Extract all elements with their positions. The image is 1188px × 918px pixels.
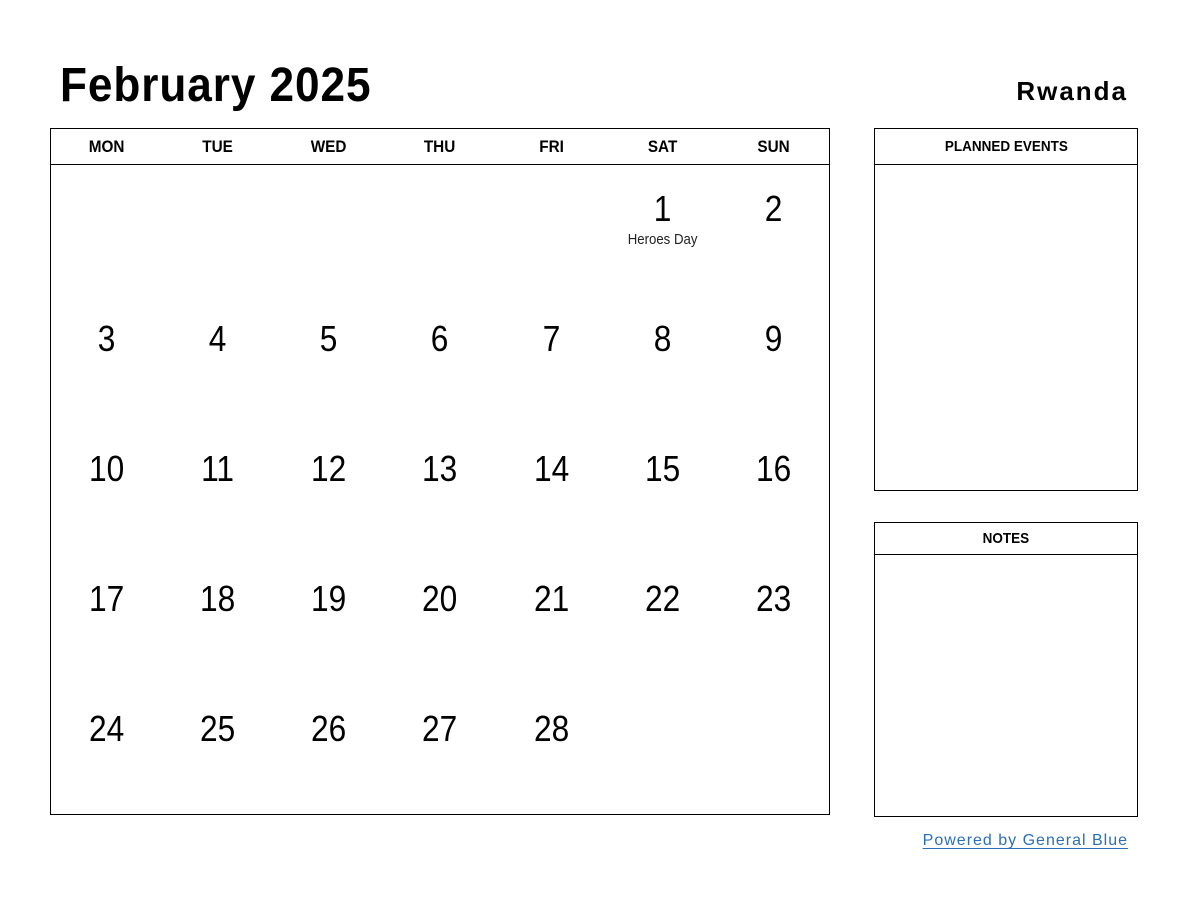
day-number: 17 bbox=[88, 578, 125, 619]
day-number: 11 bbox=[201, 448, 235, 489]
empty-day-cell bbox=[162, 165, 273, 295]
day-cell[interactable]: 7 bbox=[496, 295, 607, 425]
calendar-grid: MON TUE WED THU FRI SAT SUN 1 Heroes Day 2… bbox=[50, 128, 830, 815]
calendar-days: 1 Heroes Day 2 3 4 5 6 7 8 9 10 11 12 13 14 15 16 17 18 19 2… bbox=[51, 165, 829, 815]
day-number: 7 bbox=[542, 318, 560, 359]
country-label: Rwanda bbox=[1016, 76, 1128, 106]
weekday-mon: MON bbox=[88, 136, 125, 156]
day-cell[interactable]: 12 bbox=[273, 425, 384, 555]
notes-title: NOTES bbox=[982, 530, 1030, 547]
day-cell[interactable]: 17 bbox=[51, 555, 162, 685]
weekday-tue: TUE bbox=[202, 136, 234, 156]
day-number: 21 bbox=[533, 578, 569, 619]
empty-day-cell bbox=[718, 685, 829, 815]
empty-day-cell bbox=[273, 165, 384, 295]
day-cell[interactable]: 24 bbox=[51, 685, 162, 815]
day-number: 10 bbox=[88, 448, 125, 489]
day-number: 19 bbox=[311, 578, 347, 619]
day-cell[interactable]: 4 bbox=[162, 295, 273, 425]
day-cell[interactable]: 5 bbox=[273, 295, 384, 425]
planned-events-header: PLANNED EVENTS bbox=[875, 129, 1137, 165]
day-number: 8 bbox=[653, 318, 672, 359]
day-cell[interactable]: 15 bbox=[607, 425, 718, 555]
day-number: 16 bbox=[755, 448, 792, 489]
day-number: 3 bbox=[97, 318, 116, 359]
day-number: 27 bbox=[422, 708, 458, 749]
day-number: 25 bbox=[200, 708, 236, 749]
day-cell[interactable]: 28 bbox=[496, 685, 607, 815]
day-cell[interactable]: 25 bbox=[162, 685, 273, 815]
day-cell[interactable]: 11 bbox=[162, 425, 273, 555]
weekday-header: MON TUE WED THU FRI SAT SUN bbox=[51, 129, 829, 165]
day-cell[interactable]: 21 bbox=[496, 555, 607, 685]
powered-by-link[interactable]: Powered by General Blue bbox=[923, 832, 1128, 850]
planned-events-title: PLANNED EVENTS bbox=[944, 138, 1068, 155]
holiday-label: Heroes Day bbox=[627, 231, 698, 248]
day-cell[interactable]: 2 bbox=[718, 165, 829, 295]
day-number: 2 bbox=[764, 188, 783, 229]
day-number: 13 bbox=[422, 448, 458, 489]
weekday-fri: FRI bbox=[538, 136, 564, 156]
day-number: 12 bbox=[311, 448, 347, 489]
day-cell[interactable]: 27 bbox=[384, 685, 495, 815]
day-cell[interactable]: 9 bbox=[718, 295, 829, 425]
day-number: 6 bbox=[431, 318, 449, 359]
day-cell[interactable]: 13 bbox=[384, 425, 495, 555]
day-number: 1 bbox=[653, 188, 672, 229]
empty-day-cell bbox=[384, 165, 495, 295]
day-number: 24 bbox=[88, 708, 125, 749]
day-number: 18 bbox=[200, 578, 236, 619]
day-cell[interactable]: 23 bbox=[718, 555, 829, 685]
day-cell[interactable]: 6 bbox=[384, 295, 495, 425]
notes-panel: NOTES bbox=[874, 522, 1138, 817]
day-cell[interactable]: 1 Heroes Day bbox=[607, 165, 718, 295]
day-cell[interactable]: 10 bbox=[51, 425, 162, 555]
planned-events-panel: PLANNED EVENTS bbox=[874, 128, 1138, 491]
day-cell[interactable]: 20 bbox=[384, 555, 495, 685]
day-cell[interactable]: 18 bbox=[162, 555, 273, 685]
day-number: 28 bbox=[533, 708, 569, 749]
empty-day-cell bbox=[51, 165, 162, 295]
day-number: 23 bbox=[755, 578, 792, 619]
day-number: 15 bbox=[644, 448, 680, 489]
day-cell[interactable]: 3 bbox=[51, 295, 162, 425]
day-number: 20 bbox=[422, 578, 458, 619]
weekday-sun: SUN bbox=[757, 136, 790, 156]
month-title: February 2025 bbox=[60, 59, 372, 112]
day-cell[interactable]: 26 bbox=[273, 685, 384, 815]
day-number: 22 bbox=[644, 578, 680, 619]
day-number: 4 bbox=[208, 318, 227, 359]
day-number: 26 bbox=[311, 708, 347, 749]
empty-day-cell bbox=[607, 685, 718, 815]
day-number: 9 bbox=[764, 318, 783, 359]
weekday-wed: WED bbox=[310, 136, 347, 156]
empty-day-cell bbox=[496, 165, 607, 295]
weekday-sat: SAT bbox=[647, 136, 678, 156]
day-cell[interactable]: 19 bbox=[273, 555, 384, 685]
day-cell[interactable]: 8 bbox=[607, 295, 718, 425]
day-cell[interactable]: 22 bbox=[607, 555, 718, 685]
day-cell[interactable]: 16 bbox=[718, 425, 829, 555]
weekday-thu: THU bbox=[424, 136, 456, 156]
day-number: 5 bbox=[320, 318, 338, 359]
day-number: 14 bbox=[533, 448, 569, 489]
notes-header: NOTES bbox=[875, 523, 1137, 555]
day-cell[interactable]: 14 bbox=[496, 425, 607, 555]
